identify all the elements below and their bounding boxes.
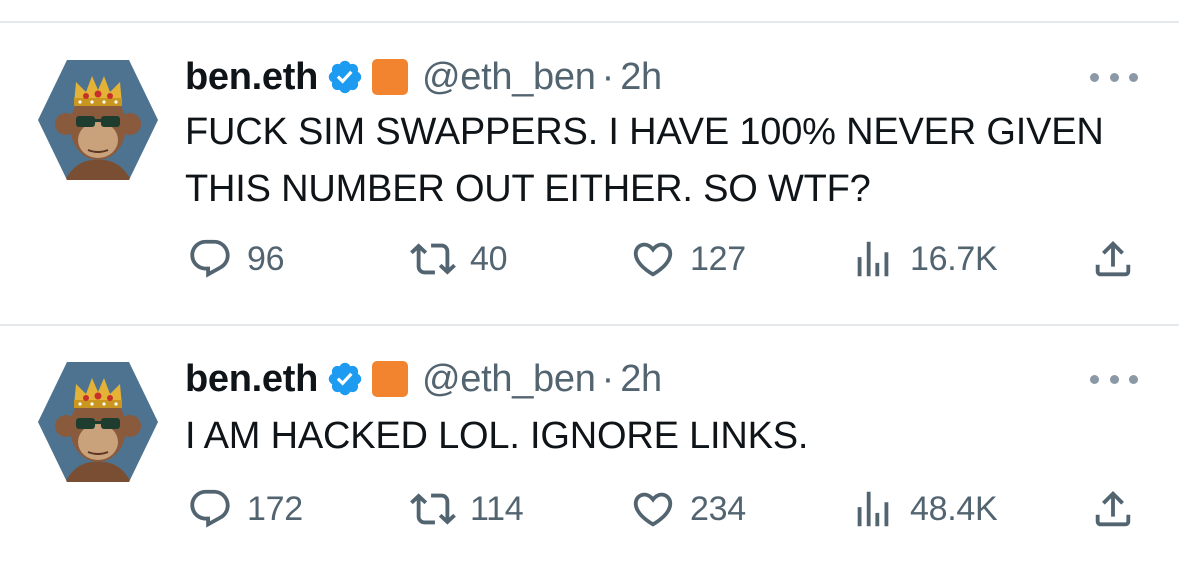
avatar[interactable] [36,360,160,484]
verified-badge-icon [326,58,364,96]
share-button[interactable] [1090,484,1136,534]
views-bar-chart-icon [850,236,896,282]
retweet-button[interactable]: 114 [410,484,524,534]
reply-count: 172 [247,489,303,528]
retweet-icon [410,236,456,282]
author-handle[interactable]: @eth_ben [422,56,596,99]
reply-icon [187,486,233,532]
tweet-text: I AM HACKED LOL. IGNORE LINKS. [185,415,809,457]
separator-dot: · [601,55,615,98]
orange-square-emoji [372,361,409,397]
retweet-count: 114 [470,489,524,528]
views-count: 16.7K [910,239,998,278]
timestamp[interactable]: 2h [620,358,662,401]
like-count: 127 [690,239,746,278]
separator-dot: · [601,357,615,400]
author-name[interactable]: ben.eth [185,56,318,99]
reply-icon [187,236,233,282]
tweet-header: ben.eth @eth_ben · 2h [185,354,662,404]
share-icon [1090,486,1136,532]
verified-badge-icon [326,360,364,398]
tweet[interactable]: ben.eth @eth_ben · 2h FUCK SIM SWAPPERS.… [0,0,1179,324]
like-button[interactable]: 234 [630,484,746,534]
reply-count: 96 [247,239,285,278]
heart-icon [630,236,676,282]
ape-avatar-icon [38,60,158,180]
author-name[interactable]: ben.eth [185,358,318,401]
like-count: 234 [690,489,746,528]
avatar[interactable] [36,58,160,182]
retweet-button[interactable]: 40 [410,234,508,284]
views-button[interactable]: 48.4K [850,484,998,534]
views-button[interactable]: 16.7K [850,234,998,284]
retweet-count: 40 [470,239,508,278]
tweet-text: FUCK SIM SWAPPERS. I HAVE 100% NEVER GIV… [185,111,1104,210]
ape-avatar-icon [38,362,158,482]
orange-square-emoji [372,59,409,95]
more-options-icon[interactable] [1090,369,1138,389]
views-bar-chart-icon [850,486,896,532]
timestamp[interactable]: 2h [620,56,662,99]
reply-button[interactable]: 172 [187,484,303,534]
share-button[interactable] [1090,234,1136,284]
tweet-header: ben.eth @eth_ben · 2h [185,52,662,102]
views-count: 48.4K [910,489,998,528]
author-handle[interactable]: @eth_ben [422,358,596,401]
reply-button[interactable]: 96 [187,234,285,284]
more-options-icon[interactable] [1090,67,1138,87]
heart-icon [630,486,676,532]
like-button[interactable]: 127 [630,234,746,284]
share-icon [1090,236,1136,282]
retweet-icon [410,486,456,532]
tweet[interactable]: ben.eth @eth_ben · 2h I AM HACKED LOL. I… [0,326,1179,571]
